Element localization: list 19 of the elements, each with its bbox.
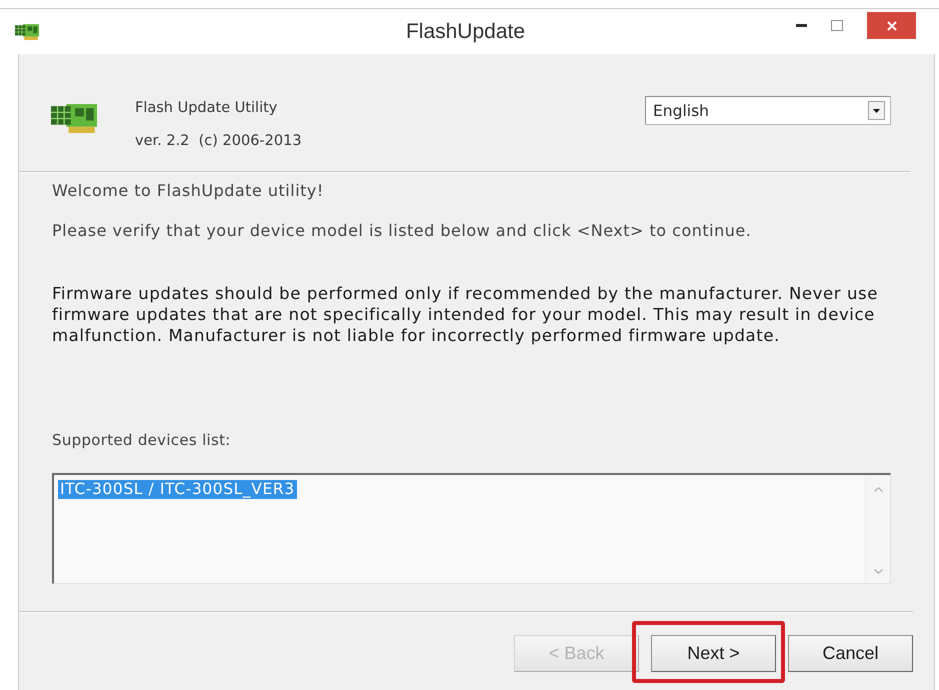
caret-icon — [868, 101, 885, 120]
circuit-board-icon — [51, 102, 97, 133]
version-text: ver. 2.2 (c) 2006-2013 — [135, 132, 302, 151]
list-label: Supported devices list: — [52, 430, 231, 450]
next-button[interactable]: Next > — [651, 635, 776, 672]
chevron-up-icon[interactable] — [874, 487, 882, 492]
maximize-icon[interactable] — [831, 20, 843, 31]
product-name: Flash Update Utility — [135, 99, 278, 118]
close-icon — [886, 20, 896, 30]
language-dropdown[interactable]: English — [645, 96, 891, 125]
minimize-icon[interactable] — [796, 24, 807, 27]
message-text: Please verify that your device model is listed below and click <Next> to continue. — [52, 221, 752, 241]
chevron-down-icon[interactable] — [874, 569, 882, 574]
close-button[interactable] — [867, 12, 916, 39]
window-title: FlashUpdate — [406, 20, 526, 44]
warning-text: Firmware updates should be performed only if recommended by the manufacturer. Never use firmware updates that are not specifically intended for your model. This may result in device malfunction. Manufacturer is not liable for incorrectly performed firmware update. — [52, 283, 879, 346]
message-text: Welcome to FlashUpdate utility! — [52, 181, 324, 201]
cancel-button[interactable]: Cancel — [788, 635, 913, 672]
circuit-board-icon — [15, 23, 39, 40]
